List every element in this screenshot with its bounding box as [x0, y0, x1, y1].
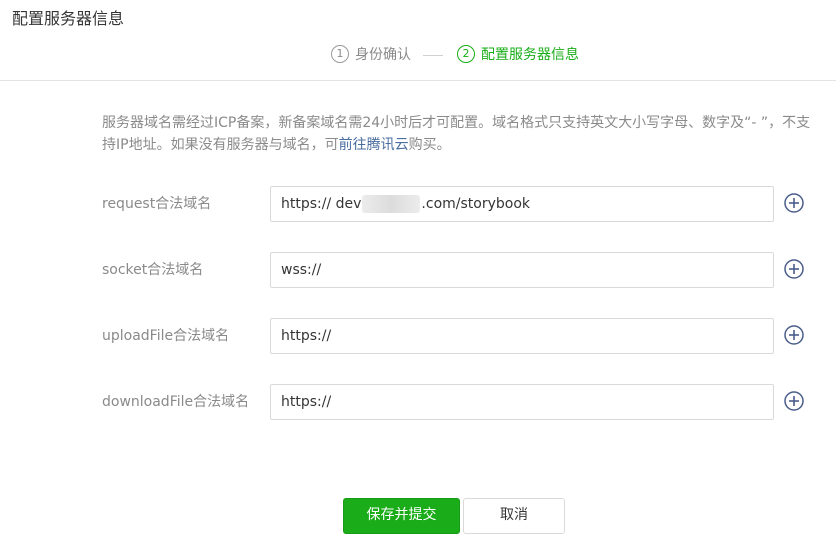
domain-note: 服务器域名需经过ICP备案，新备案域名需24小时后才可配置。域名格式只支持英文大… — [102, 112, 812, 156]
add-uploadfile-domain-button[interactable] — [784, 325, 804, 345]
add-downloadfile-domain-button[interactable] — [784, 391, 804, 411]
note-text: 服务器域名需经过ICP备案，新备案域名需24小时后才可配置。域名格式只支持英文大… — [102, 115, 811, 153]
uploadfile-domain-value: https:// — [281, 328, 332, 344]
request-domain-suffix: .com/storybook — [421, 196, 531, 212]
socket-domain-value: wss:// — [281, 262, 322, 278]
step-2-number: 2 — [457, 45, 475, 63]
uploadfile-domain-label: uploadFile合法域名 — [102, 328, 230, 344]
downloadfile-domain-input[interactable]: https:// — [270, 384, 774, 420]
add-request-domain-button[interactable] — [784, 193, 804, 213]
tencent-cloud-link[interactable]: 前往腾讯云 — [339, 137, 409, 153]
downloadfile-domain-row: downloadFile合法域名 https:// — [0, 384, 836, 420]
redacted-blur — [362, 195, 421, 213]
save-submit-button[interactable]: 保存并提交 — [343, 498, 460, 534]
uploadfile-domain-row: uploadFile合法域名 https:// — [0, 318, 836, 354]
step-2: 2 配置服务器信息 — [457, 44, 579, 64]
request-domain-input[interactable]: https:// dev .com/storybook — [270, 186, 774, 222]
request-domain-prefix: https:// dev — [281, 196, 362, 212]
note-text-end: 购买。 — [408, 137, 451, 153]
socket-domain-label: socket合法域名 — [102, 262, 204, 278]
page-title: 配置服务器信息 — [12, 9, 125, 28]
uploadfile-domain-input[interactable]: https:// — [270, 318, 774, 354]
socket-domain-input[interactable]: wss:// — [270, 252, 774, 288]
step-2-label: 配置服务器信息 — [481, 47, 579, 63]
downloadfile-domain-value: https:// — [281, 394, 332, 410]
step-1-number: 1 — [331, 45, 349, 63]
header-divider — [0, 80, 836, 81]
request-domain-row: request合法域名 https:// dev .com/storybook — [0, 186, 836, 222]
step-1-label: 身份确认 — [355, 47, 411, 63]
cancel-button[interactable]: 取消 — [463, 498, 565, 534]
request-domain-label: request合法域名 — [102, 196, 212, 212]
step-indicator: 1 身份确认 2 配置服务器信息 — [0, 44, 836, 66]
step-connector — [423, 55, 443, 56]
add-socket-domain-button[interactable] — [784, 259, 804, 279]
request-domain-value: https:// dev .com/storybook — [271, 195, 530, 213]
downloadfile-domain-label: downloadFile合法域名 — [102, 394, 250, 410]
step-1: 1 身份确认 — [331, 44, 411, 64]
socket-domain-row: socket合法域名 wss:// — [0, 252, 836, 288]
